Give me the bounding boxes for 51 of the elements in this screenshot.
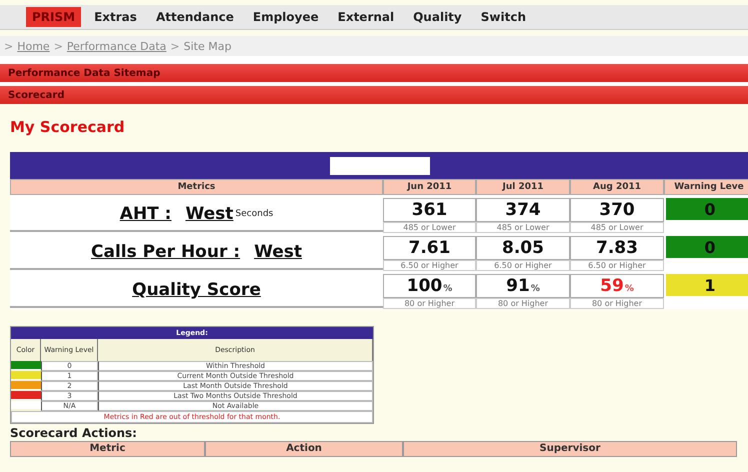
unit-label: Seconds [235, 209, 274, 219]
column-header: Aug 2011 [570, 179, 664, 195]
warning-level-cell: 0 [666, 198, 748, 220]
unit-label: % [443, 284, 452, 294]
metric-value: 7.83 [596, 238, 638, 258]
metric-value: 100 [406, 276, 442, 296]
column-header: Metrics [10, 179, 383, 195]
threshold-cell: 80 or Higher [570, 298, 664, 309]
metric-value: 370 [599, 200, 635, 220]
breadcrumb-separator: > [54, 40, 63, 52]
menu-item[interactable]: Employee [246, 7, 325, 27]
threshold-cell: 6.50 or Higher [383, 260, 476, 271]
metric-value: 91 [506, 276, 530, 296]
metric-link[interactable]: Quality Score [132, 280, 261, 300]
threshold-cell: 6.50 or Higher [570, 260, 664, 271]
region-link[interactable]: West [185, 204, 234, 224]
threshold-cell: 80 or Higher [476, 298, 570, 309]
column-header: Warning Leve [664, 179, 748, 195]
metric-value: 59 [600, 276, 624, 296]
metric-value: 374 [505, 200, 541, 220]
column-header: Jul 2011 [476, 179, 570, 195]
menu-item[interactable]: Extras [88, 7, 143, 27]
metric-link[interactable]: Calls Per Hour : [91, 242, 240, 262]
breadcrumb-separator: > [4, 40, 14, 52]
unit-label: % [624, 284, 634, 294]
column-header: Supervisor [403, 441, 737, 457]
page-title: My Scorecard [10, 118, 126, 136]
menu-item[interactable]: External [332, 7, 400, 27]
menu-item[interactable]: Attendance [150, 7, 240, 27]
breadcrumb-separator: > [170, 40, 180, 52]
threshold-cell: 485 or Lower [476, 222, 570, 233]
threshold-cell: 485 or Lower [570, 222, 664, 233]
menu-item[interactable]: Quality [407, 7, 468, 27]
metric-value: 8.05 [502, 238, 544, 258]
breadcrumb-current: Site Map [184, 40, 232, 52]
column-header: Metric [10, 441, 205, 457]
warning-level-cell: 0 [666, 236, 748, 258]
column-header: Jun 2011 [383, 179, 476, 195]
table-cell [11, 401, 41, 409]
section-title: Scorecard Actions: [10, 426, 138, 440]
metric-value: 7.61 [408, 238, 450, 258]
threshold-cell: 6.50 or Higher [476, 260, 570, 271]
metric-value: 361 [412, 200, 448, 220]
warning-level-cell: 1 [666, 274, 748, 296]
menu-item[interactable]: Switch [474, 7, 532, 27]
region-link[interactable]: West [254, 242, 302, 262]
threshold-cell: 80 or Higher [383, 298, 476, 309]
metric-link[interactable]: AHT : [120, 204, 172, 224]
unit-label: % [530, 284, 540, 294]
threshold-cell: 485 or Lower [383, 222, 476, 233]
column-header: Action [205, 441, 403, 457]
